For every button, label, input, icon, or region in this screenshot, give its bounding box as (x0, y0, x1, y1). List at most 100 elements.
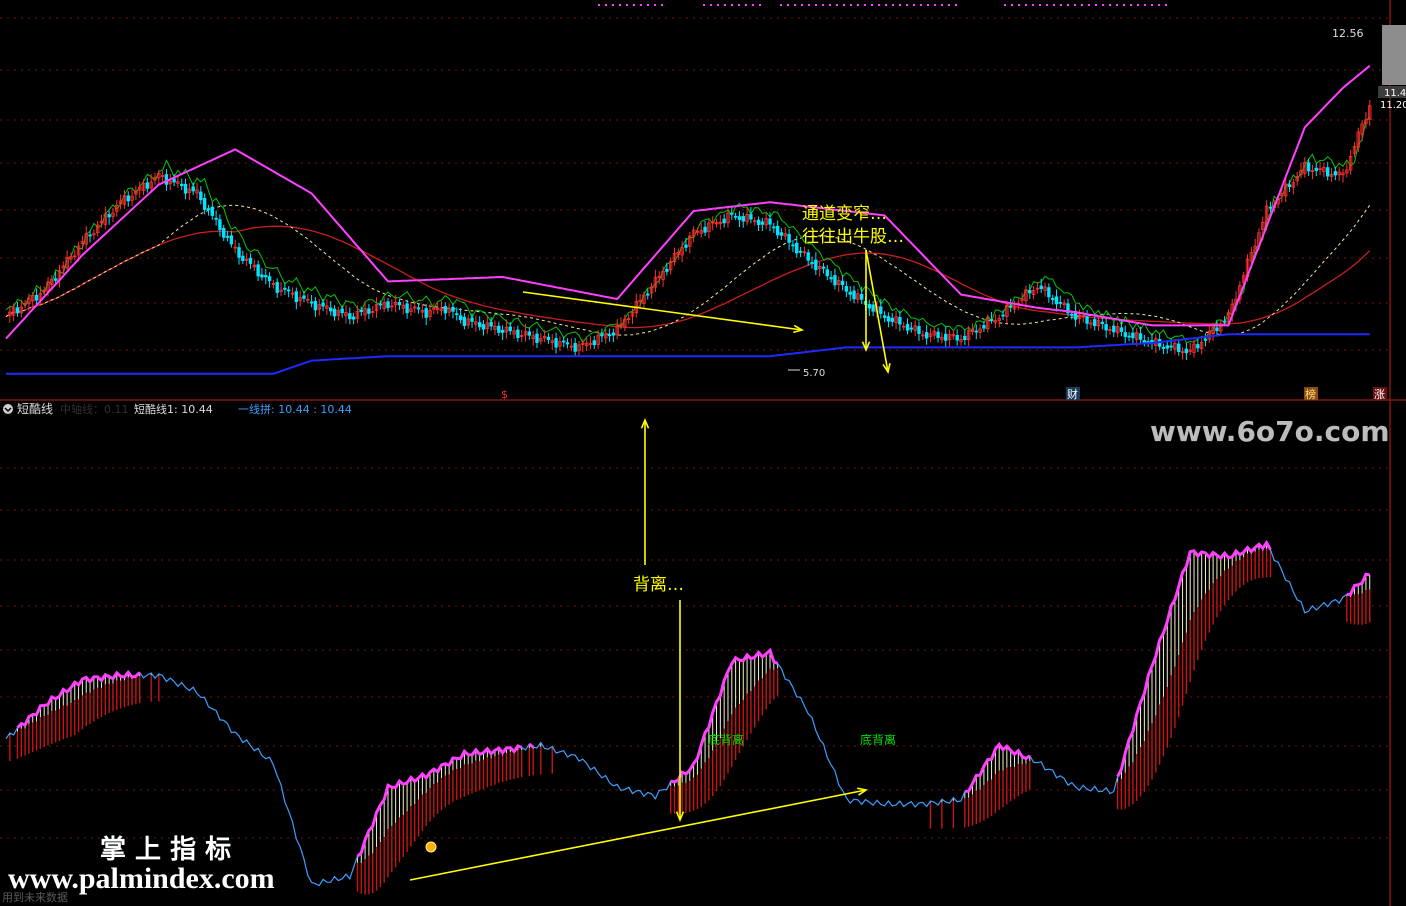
candle-body (825, 269, 829, 277)
lower-band-line (6, 333, 1370, 375)
signal-dot-mark (1039, 4, 1041, 6)
signal-dot-mark (822, 4, 824, 6)
candle-body (1306, 162, 1311, 172)
collapse-icon[interactable] (3, 404, 13, 414)
signal-dot-mark (1158, 4, 1160, 6)
candle-body (1039, 285, 1043, 289)
price-volume-box (1382, 25, 1406, 85)
indicator-name[interactable]: 短酷线 (17, 402, 53, 416)
candle-body (210, 206, 214, 216)
candle-body (500, 329, 505, 333)
signal-dot-mark (640, 4, 642, 6)
signal-dot-mark (724, 4, 726, 6)
signal-dot-mark (794, 4, 796, 6)
candle-body (455, 313, 459, 315)
candle-body (145, 182, 150, 189)
signal-dot-mark (850, 4, 852, 6)
candle-body (309, 301, 314, 304)
signal-dot-mark (703, 4, 705, 6)
signal-dot (425, 841, 437, 853)
candle-body (607, 334, 612, 337)
divergence-label-1: 底背离 (708, 732, 744, 747)
candle-body (787, 233, 791, 243)
signal-dot-mark (619, 4, 621, 6)
candle-body (798, 250, 803, 253)
signal-dot-mark (885, 4, 887, 6)
signal-dot-mark (871, 4, 873, 6)
candle-body (1058, 301, 1063, 304)
candle-body (1203, 339, 1208, 341)
signal-dot-mark (612, 4, 614, 6)
footer-disclaimer: 用到未来数据 (2, 890, 68, 904)
signal-dot-mark (934, 4, 936, 6)
candle-body (1326, 167, 1330, 177)
inner-band-line (5, 116, 1371, 344)
signal-dot-mark (1011, 4, 1013, 6)
candle-body (1169, 345, 1173, 348)
candle-body (1047, 287, 1051, 298)
signal-dot-mark (899, 4, 901, 6)
candle-body (844, 286, 849, 292)
candle-body (34, 294, 39, 301)
signal-dot-mark (1102, 4, 1104, 6)
candle-body (222, 227, 226, 238)
candle-body (340, 308, 344, 314)
signal-dot-mark (920, 4, 922, 6)
candle-body (202, 198, 207, 210)
candle-body (535, 333, 539, 343)
candle-body (810, 262, 814, 264)
candle-body (840, 280, 845, 286)
signal-dot-mark (738, 4, 740, 6)
candle-body (275, 282, 279, 293)
candle-body (225, 235, 230, 238)
candle-body (248, 257, 253, 264)
candle-body (462, 316, 467, 327)
signal-dot-mark (941, 4, 943, 6)
signal-dot-mark (710, 4, 712, 6)
candle-body (53, 278, 58, 281)
candle-body (684, 244, 688, 248)
signal-dot-mark (1060, 4, 1062, 6)
stock-chart: 12.56 11.4 11.20 5.70 $ 财 榜 涨 通道变窄… 往往出牛… (0, 0, 1406, 906)
candle-body (191, 186, 195, 192)
candle-body (775, 225, 780, 236)
signal-dot-mark (1137, 4, 1139, 6)
marker-cai: 财 (1067, 387, 1078, 401)
signal-dot-mark (1144, 4, 1146, 6)
signal-dot-mark (1116, 4, 1118, 6)
candle-body (218, 219, 222, 231)
signal-dot-mark (948, 4, 950, 6)
candle-body (470, 317, 474, 322)
indicator-line2-value: 一线拼: 10.44 : 10.44 (238, 402, 352, 416)
indicator-faded-label: 中轴线：0.11 (60, 402, 129, 416)
candle-body (546, 336, 551, 341)
price-label-mid: 11.4 (1384, 88, 1406, 99)
signal-dot-mark (626, 4, 628, 6)
signal-dot-mark (1130, 4, 1132, 6)
indicator-line1-value: 短酷线1: 10.44 (134, 402, 213, 416)
candle-body (1028, 290, 1032, 294)
candle-body (321, 302, 325, 307)
candle-body (351, 316, 356, 320)
candle-body (1001, 314, 1005, 317)
candle-body (791, 244, 795, 247)
annotation-narrowing-line2: 往往出牛股… (802, 227, 904, 247)
low-price-label: 5.70 (803, 368, 825, 379)
signal-dot-mark (1074, 4, 1076, 6)
candle-body (806, 252, 810, 261)
candle-body (646, 293, 650, 296)
candle-body (313, 300, 318, 311)
candle-body (267, 276, 272, 282)
signal-dot-mark (1165, 4, 1167, 6)
signal-dot-mark (906, 4, 908, 6)
candle-body (264, 275, 268, 278)
ma-dashed-line (5, 204, 1371, 336)
candle-body (760, 221, 765, 225)
signal-dot-mark (1046, 4, 1048, 6)
candle-body (302, 295, 306, 299)
candle-body (88, 234, 92, 237)
signal-dot-mark (801, 4, 803, 6)
signal-dot-mark (731, 4, 733, 6)
candle-body (600, 334, 604, 337)
candle-body (477, 322, 482, 328)
